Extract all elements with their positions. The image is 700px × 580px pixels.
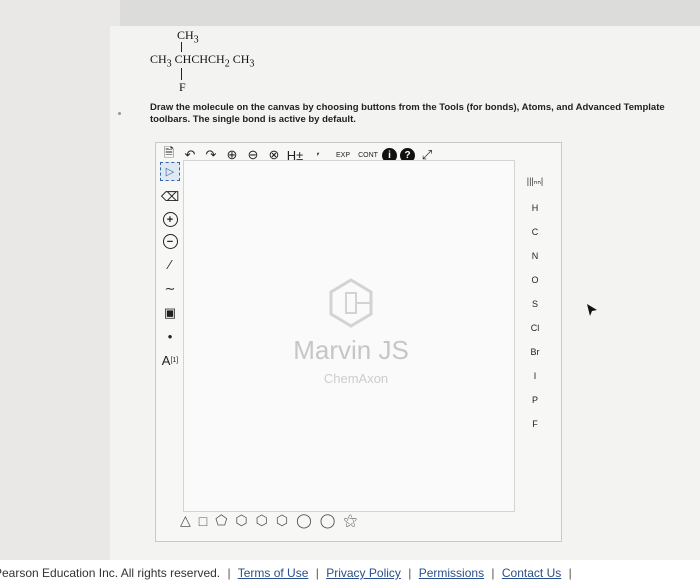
atom-button-i[interactable]: I <box>520 364 550 388</box>
atoms-toolbar: |||ₙₙ| H C N O S Cl Br I P F <box>520 172 550 436</box>
charge-superscript: [1] <box>170 357 179 364</box>
atom-button-o[interactable]: O <box>520 268 550 292</box>
cyclopentane-template-icon[interactable]: ⬠ <box>215 512 227 529</box>
marvin-watermark: Marvin JS ChemAxon <box>286 277 426 397</box>
atom-button-c[interactable]: C <box>520 220 550 244</box>
positive-charge-icon[interactable]: + <box>162 212 178 227</box>
copyright-text: Pearson Education Inc. All rights reserv… <box>0 566 221 580</box>
atom-button-s[interactable]: S <box>520 292 550 316</box>
template-toolbar: △ □ ⬠ ⬡ ⬡ ⬡ ◯ ◯ ⚝ <box>180 512 357 529</box>
top-bar <box>120 0 700 26</box>
benzene-template-icon[interactable]: ⬡ <box>256 512 268 529</box>
chair-template-icon[interactable]: ◯ <box>320 512 336 529</box>
condensed-formula: CH3 CH3 CHCHCH2 CH3 F <box>150 28 280 96</box>
cycloheptane-template-icon[interactable]: ⬡ <box>276 512 288 529</box>
electron-dot-icon[interactable]: • <box>161 328 179 345</box>
left-toolbar: ▷ ⌫ + − ∕ ∼ ▣ • A [1] <box>159 162 181 369</box>
cyclopropane-template-icon[interactable]: △ <box>180 512 191 529</box>
atom-button-p[interactable]: P <box>520 388 550 412</box>
instruction-text: Draw the molecule on the canvas by choos… <box>150 102 665 125</box>
charge-label-a: A <box>161 353 171 368</box>
selection-tool-icon[interactable]: ▷ <box>160 162 180 181</box>
atom-button-br[interactable]: Br <box>520 340 550 364</box>
terms-of-use-link[interactable]: Terms of Use <box>238 566 309 580</box>
formula-bond-down <box>181 68 182 80</box>
privacy-policy-link[interactable]: Privacy Policy <box>326 566 401 580</box>
atom-button-n[interactable]: N <box>520 244 550 268</box>
periodic-table-icon[interactable]: |||ₙₙ| <box>527 172 544 196</box>
marvin-logo-icon <box>329 278 373 328</box>
cyclooctane-template-icon[interactable]: ◯ <box>296 512 312 529</box>
formula-bond-up <box>181 42 182 52</box>
cyclobutane-template-icon[interactable]: □ <box>199 513 207 529</box>
chain-tool-icon[interactable]: ∼ <box>161 280 179 297</box>
bracket-tool-icon[interactable]: ▣ <box>161 304 179 321</box>
page-footer: Pearson Education Inc. All rights reserv… <box>0 560 700 580</box>
formula-bottom-atom: F <box>179 80 186 94</box>
permissions-link[interactable]: Permissions <box>419 566 484 580</box>
atom-button-h[interactable]: H <box>520 196 550 220</box>
contact-us-link[interactable]: Contact Us <box>502 566 561 580</box>
chemaxon-label: ChemAxon <box>323 371 389 386</box>
negative-charge-icon[interactable]: − <box>162 234 178 249</box>
bullet-dot <box>118 112 121 115</box>
formula-chain: CH3 CHCHCH2 CH3 <box>150 52 255 70</box>
atom-button-cl[interactable]: Cl <box>520 316 550 340</box>
cyclohexane-template-icon[interactable]: ⬡ <box>235 512 247 529</box>
mouse-cursor-icon <box>587 304 597 316</box>
marvin-title: Marvin JS <box>293 335 409 365</box>
atom-label-tool[interactable]: A [1] <box>161 352 179 369</box>
atom-button-f[interactable]: F <box>520 412 550 436</box>
advanced-template-icon[interactable]: ⚝ <box>343 512 357 529</box>
single-bond-icon[interactable]: ∕ <box>161 256 179 273</box>
eraser-icon[interactable]: ⌫ <box>161 188 179 205</box>
